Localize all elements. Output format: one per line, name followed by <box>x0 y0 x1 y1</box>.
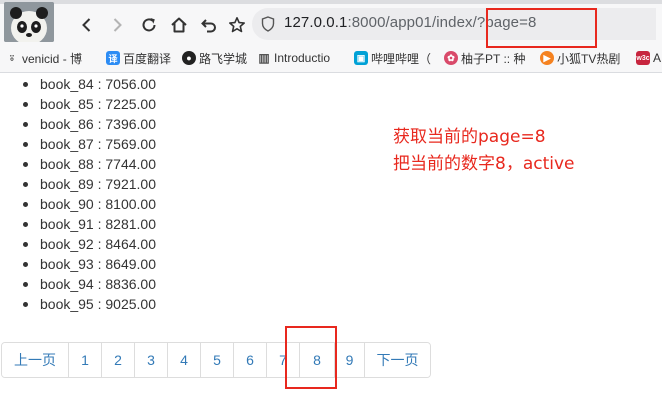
shield-icon <box>261 16 275 36</box>
annotation-line-2: 把当前的数字8，active <box>393 154 575 174</box>
bookmark-venicid[interactable]: ⍤ venicid - 博 <box>5 49 82 67</box>
list-item: book_91 : 8281.00 <box>23 216 156 232</box>
arrow-right-icon <box>113 18 122 32</box>
bookmarks-bar: ⍤ venicid - 博 译 百度翻译 ● 路飞学城 ▥ Introducti… <box>0 44 662 73</box>
luffy-icon: ● <box>182 51 196 65</box>
annotation-line-1: 获取当前的page=8 <box>393 127 546 147</box>
arrow-left-icon <box>82 18 91 32</box>
page-link-6[interactable]: 6 <box>233 343 266 377</box>
panda-avatar <box>4 2 54 42</box>
bookmark-w3c[interactable]: w3c A <box>636 49 661 67</box>
bookmark-label: Introductio <box>274 51 331 65</box>
reload-icon <box>142 18 156 32</box>
prev-page-button[interactable]: 上一页 <box>2 343 68 377</box>
bookmark-introduction[interactable]: ▥ Introductio <box>257 49 330 67</box>
list-item: book_93 : 8649.00 <box>23 256 156 272</box>
baidu-translate-icon: 译 <box>106 51 120 65</box>
bilibili-icon: ▣ <box>354 51 368 65</box>
list-item: book_85 : 7225.00 <box>23 96 156 112</box>
venicid-icon: ⍤ <box>8 50 16 65</box>
list-item: book_94 : 8836.00 <box>23 276 156 292</box>
bookmark-luffy[interactable]: ● 路飞学城 <box>182 49 247 67</box>
pagination: 上一页 1 2 3 4 5 6 7 8 9 下一页 <box>1 342 431 378</box>
list-item: book_86 : 7396.00 <box>23 116 156 132</box>
pt-icon: ✿ <box>444 51 458 65</box>
list-item: book_88 : 7744.00 <box>23 156 156 172</box>
w3c-icon: w3c <box>636 51 650 65</box>
page-link-9[interactable]: 9 <box>334 343 364 377</box>
bookmark-label: 路飞学城 <box>199 51 248 66</box>
bookmark-label: venicid - 博 <box>22 51 83 66</box>
home-icon <box>171 17 187 33</box>
list-item: book_90 : 8100.00 <box>23 196 156 212</box>
bookmark-label: 哔哩哔哩（ <box>371 51 432 66</box>
list-item: book_89 : 7921.00 <box>23 176 156 192</box>
address-bar[interactable]: 127.0.0.1:8000/app01/index/?page=8 <box>252 8 656 40</box>
bookmark-bilibili[interactable]: ▣ 哔哩哔哩（ <box>354 49 431 67</box>
url-path: :8000/app01/index/?page=8 <box>347 14 537 31</box>
panda-icon <box>4 2 54 42</box>
bookmark-label: 小狐TV热剧 <box>557 51 621 66</box>
play-icon: ▶ <box>540 51 554 65</box>
bookmark-star-button[interactable] <box>224 12 250 38</box>
url-host: 127.0.0.1 <box>284 14 348 31</box>
page-link-7[interactable]: 7 <box>266 343 299 377</box>
next-page-button[interactable]: 下一页 <box>364 343 430 377</box>
annotation-note: 获取当前的page=8 把当前的数字8，active <box>393 124 575 178</box>
list-item: book_95 : 9025.00 <box>23 296 156 312</box>
list-item: book_87 : 7569.00 <box>23 136 156 152</box>
page-link-5[interactable]: 5 <box>200 343 233 377</box>
book-icon: ▥ <box>258 51 270 65</box>
bookmark-label: 百度翻译 <box>123 51 172 66</box>
page-link-3[interactable]: 3 <box>134 343 167 377</box>
page-link-1[interactable]: 1 <box>68 343 101 377</box>
undo-close-tab-button[interactable] <box>196 12 222 38</box>
list-item: book_84 : 7056.00 <box>23 76 156 92</box>
list-item: book_92 : 8464.00 <box>23 236 156 252</box>
undo-icon <box>201 19 216 33</box>
book-list: book_84 : 7056.00 book_85 : 7225.00 book… <box>0 74 156 314</box>
bookmark-baidu-translate[interactable]: 译 百度翻译 <box>106 49 171 67</box>
home-button[interactable] <box>166 12 192 38</box>
page-link-4[interactable]: 4 <box>167 343 200 377</box>
back-button[interactable] <box>74 12 100 38</box>
browser-toolbar: 127.0.0.1:8000/app01/index/?page=8 <box>0 4 662 44</box>
star-icon <box>229 17 245 33</box>
page-link-8-current[interactable]: 8 <box>299 343 334 377</box>
url-text: 127.0.0.1:8000/app01/index/?page=8 <box>284 14 536 31</box>
bookmark-label: 柚子PT :: 种 <box>461 51 526 66</box>
bookmark-pt[interactable]: ✿ 柚子PT :: 种 <box>444 49 525 67</box>
forward-button[interactable] <box>104 12 130 38</box>
page-link-2[interactable]: 2 <box>101 343 134 377</box>
bookmark-souhu-tv[interactable]: ▶ 小狐TV热剧 <box>540 49 620 67</box>
bookmark-label: A <box>653 51 662 65</box>
reload-button[interactable] <box>136 12 162 38</box>
